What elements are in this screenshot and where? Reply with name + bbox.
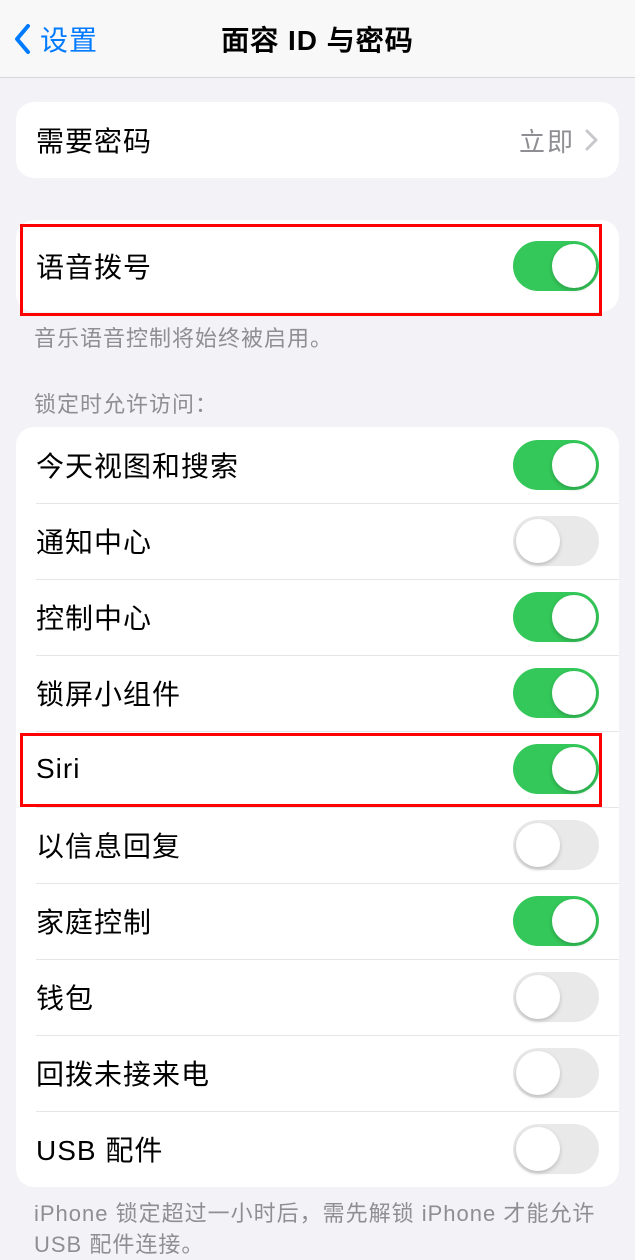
back-button[interactable]: 设置: [10, 0, 102, 78]
switch-knob: [552, 671, 596, 715]
switch-knob: [552, 443, 596, 487]
require-passcode-value: 立即: [519, 122, 575, 159]
locked-item-switch[interactable]: [513, 1048, 599, 1098]
locked-item-label: 今天视图和搜索: [36, 445, 513, 485]
locked-item-switch[interactable]: [513, 440, 599, 490]
back-label: 设置: [40, 19, 98, 59]
chevron-left-icon: [14, 24, 32, 54]
locked-item-label: Siri: [36, 753, 513, 785]
require-passcode-row[interactable]: 需要密码 立即: [16, 102, 619, 178]
switch-knob: [516, 519, 560, 563]
locked-item-switch[interactable]: [513, 896, 599, 946]
locked-item-label: 回拨未接来电: [36, 1053, 513, 1093]
locked-item-row: 通知中心: [16, 503, 619, 579]
locked-item-row: 锁屏小组件: [16, 655, 619, 731]
voice-dial-label: 语音拨号: [36, 246, 513, 286]
locked-item-switch[interactable]: [513, 820, 599, 870]
voice-dial-group: 语音拨号: [16, 220, 619, 312]
require-passcode-group: 需要密码 立即: [16, 102, 619, 178]
locked-item-label: 控制中心: [36, 597, 513, 637]
locked-item-row: 控制中心: [16, 579, 619, 655]
locked-item-row: Siri: [16, 731, 619, 807]
voice-dial-row: 语音拨号: [16, 220, 619, 312]
voice-dial-caption: 音乐语音控制将始终被启用。: [34, 324, 601, 355]
voice-dial-switch[interactable]: [513, 241, 599, 291]
locked-item-label: 家庭控制: [36, 901, 513, 941]
usb-caption: iPhone 锁定超过一小时后，需先解锁 iPhone 才能允许 USB 配件连…: [34, 1199, 601, 1260]
locked-item-switch[interactable]: [513, 972, 599, 1022]
locked-item-switch[interactable]: [513, 744, 599, 794]
locked-item-label: 以信息回复: [36, 825, 513, 865]
switch-knob: [552, 244, 596, 288]
switch-knob: [516, 1127, 560, 1171]
locked-item-row: USB 配件: [16, 1111, 619, 1187]
locked-access-group: 今天视图和搜索通知中心控制中心锁屏小组件 Siri 以信息回复家庭控制钱包回拨未接来…: [16, 427, 619, 1187]
require-passcode-label: 需要密码: [36, 120, 519, 160]
locked-item-row: 回拨未接来电: [16, 1035, 619, 1111]
locked-item-row: 家庭控制: [16, 883, 619, 959]
locked-item-switch[interactable]: [513, 516, 599, 566]
locked-item-label: USB 配件: [36, 1129, 513, 1169]
locked-item-row: 钱包: [16, 959, 619, 1035]
locked-item-label: 钱包: [36, 977, 513, 1017]
navbar: 设置 面容 ID 与密码: [0, 0, 635, 78]
locked-item-switch[interactable]: [513, 1124, 599, 1174]
switch-knob: [516, 1051, 560, 1095]
locked-access-header: 锁定时允许访问：: [34, 387, 601, 419]
switch-knob: [516, 823, 560, 867]
locked-item-switch[interactable]: [513, 668, 599, 718]
switch-knob: [552, 899, 596, 943]
locked-item-row: 今天视图和搜索: [16, 427, 619, 503]
switch-knob: [552, 747, 596, 791]
locked-item-label: 通知中心: [36, 521, 513, 561]
switch-knob: [552, 595, 596, 639]
locked-item-row: 以信息回复: [16, 807, 619, 883]
switch-knob: [516, 975, 560, 1019]
locked-item-label: 锁屏小组件: [36, 673, 513, 713]
locked-item-switch[interactable]: [513, 592, 599, 642]
chevron-right-icon: [585, 129, 599, 151]
